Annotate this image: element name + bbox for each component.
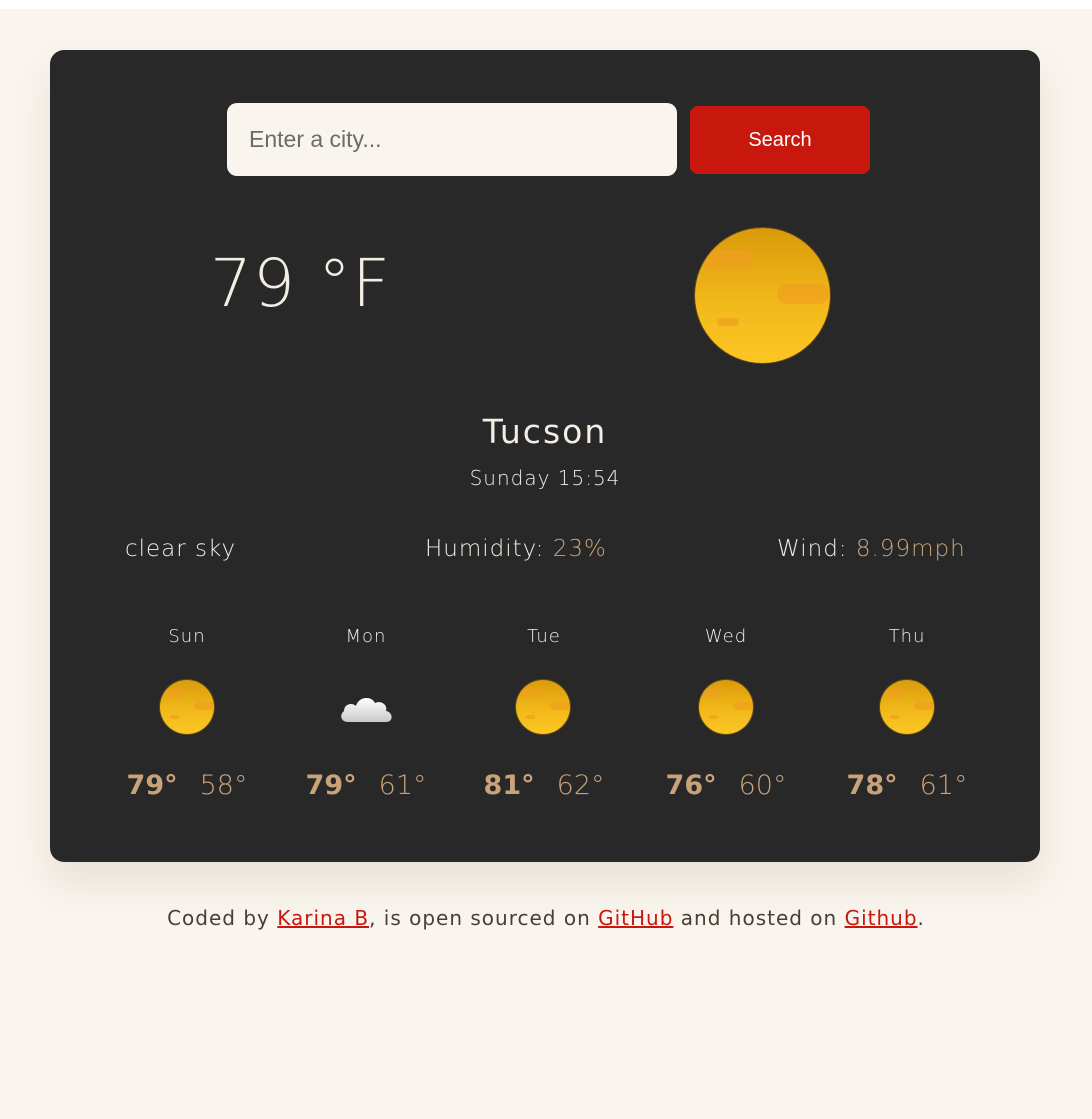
temperature-unit: °F xyxy=(317,245,391,322)
github-host-link[interactable]: Github xyxy=(845,906,918,930)
weather-description: clear sky xyxy=(125,536,237,562)
forecast-max: 79° xyxy=(305,770,357,801)
search-input[interactable] xyxy=(227,103,677,176)
forecast-temps: 79° 61° xyxy=(286,770,446,801)
current-temperature: 79 °F xyxy=(210,245,430,322)
search-button[interactable]: Search xyxy=(690,106,870,174)
github-repo-link[interactable]: GitHub xyxy=(598,906,673,930)
forecast-temps: 81° 62° xyxy=(464,770,624,801)
humidity: Humidity: 23% xyxy=(425,536,607,562)
forecast-day: Sun xyxy=(168,626,206,647)
sun-icon xyxy=(160,680,214,734)
forecast-min: 61° xyxy=(919,770,968,801)
forecast-max: 81° xyxy=(483,770,535,801)
forecast-day: Thu xyxy=(888,626,926,647)
forecast-min: 62° xyxy=(556,770,605,801)
footer-text: , is open sourced on xyxy=(369,906,599,930)
weather-card: Search 79 °F Tucson Sunday 15:54 clear s… xyxy=(50,50,1040,862)
humidity-value: 23% xyxy=(552,536,607,562)
forecast-day: Tue xyxy=(527,626,561,647)
forecast-day: Mon xyxy=(345,626,387,647)
wind: Wind: 8.99mph xyxy=(777,536,966,562)
forecast-temps: 76° 60° xyxy=(646,770,806,801)
forecast-max: 79° xyxy=(126,770,178,801)
temperature-value: 79 xyxy=(210,245,296,322)
footer-text: and hosted on xyxy=(673,906,845,930)
forecast-min: 60° xyxy=(738,770,787,801)
forecast-max: 78° xyxy=(846,770,898,801)
sun-icon xyxy=(880,680,934,734)
top-bar xyxy=(0,0,1092,9)
footer-suffix: . xyxy=(917,906,925,930)
cloud-icon xyxy=(341,697,392,722)
wind-label: Wind: xyxy=(777,536,848,562)
city-name: Tucson xyxy=(482,412,608,451)
sun-icon xyxy=(699,680,753,734)
author-link[interactable]: Karina B xyxy=(277,906,369,930)
sun-icon xyxy=(695,228,830,363)
forecast-min: 58° xyxy=(199,770,248,801)
forecast-temps: 79° 58° xyxy=(107,770,267,801)
forecast-min: 61° xyxy=(378,770,427,801)
forecast-day: Wed xyxy=(704,626,748,647)
footer-prefix: Coded by xyxy=(167,906,278,930)
footer: Coded by Karina B, is open sourced on Gi… xyxy=(0,906,1092,930)
wind-value: 8.99mph xyxy=(855,536,966,562)
sun-icon xyxy=(516,680,570,734)
forecast-temps: 78° 61° xyxy=(827,770,987,801)
forecast-max: 76° xyxy=(665,770,717,801)
date-time: Sunday 15:54 xyxy=(469,466,621,490)
humidity-label: Humidity: xyxy=(425,536,545,562)
